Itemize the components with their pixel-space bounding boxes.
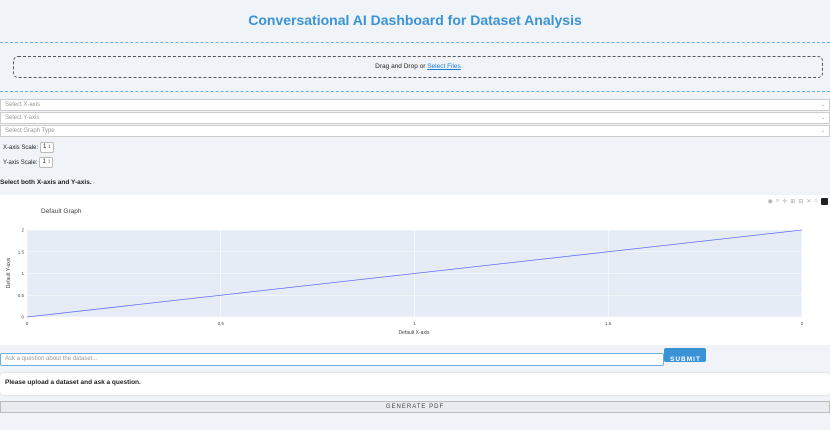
chevron-down-icon: ⌄ [820, 102, 825, 108]
select-files-link[interactable]: Select Files [427, 63, 461, 70]
y-tick-label: 1.5 [18, 249, 25, 254]
x-tick-label: 0.5 [218, 321, 225, 326]
x-tick-labels: 0 0.5 1 1.5 2 [26, 321, 804, 326]
zoom-in-icon[interactable]: ⊞ [790, 198, 795, 205]
submit-button[interactable]: SUBMIT [664, 348, 706, 363]
question-input[interactable]: Ask a question about the dataset... [0, 353, 664, 366]
zoom-out-icon[interactable]: ⊟ [798, 198, 803, 205]
answer-box: Please upload a dataset and ask a questi… [0, 373, 830, 395]
x-tick-label: 1 [413, 321, 416, 326]
chart-title: Default Graph [41, 208, 82, 215]
reset-axes-icon[interactable]: ⌂ [814, 198, 818, 205]
y-scale-value: 1 [42, 159, 46, 165]
y-scale-label: Y-axis Scale: [3, 159, 38, 166]
y-tick-labels: 0 0.5 1 1.5 2 [18, 228, 25, 320]
y-axis-placeholder: Select Y-axis [5, 115, 40, 121]
graph-modebar: ◉ ⌕ ✛ ⊞ ⊟ ✕ ⌂ [768, 198, 828, 205]
y-scale-input[interactable]: 1 ↕ [39, 157, 54, 168]
file-dropzone[interactable]: Drag and Drop or Select Files [13, 56, 823, 78]
x-axis-title: Default X-axis [398, 330, 430, 336]
x-axis-dropdown[interactable]: Select X-axis ⌄ [0, 99, 830, 111]
y-scale-row: Y-axis Scale: 1 ↕ [3, 157, 54, 168]
x-axis-placeholder: Select X-axis [5, 102, 41, 108]
y-tick-label: 0 [21, 315, 24, 320]
line-chart[interactable]: Default Graph 0 0.5 1 1.5 2 0 0.5 1 1.5 2 Defaul… [0, 195, 830, 345]
x-tick-label: 0 [26, 321, 29, 326]
graph-type-placeholder: Select Graph Type [5, 128, 55, 134]
x-scale-label: X-axis Scale: [3, 144, 39, 151]
zoom-icon[interactable]: ⌕ [776, 198, 779, 205]
x-tick-label: 2 [801, 321, 804, 326]
pan-icon[interactable]: ✛ [782, 198, 787, 205]
status-message: Select both X-axis and Y-axis. [0, 179, 92, 186]
question-placeholder: Ask a question about the dataset... [5, 356, 98, 362]
y-tick-label: 2 [21, 228, 24, 233]
x-scale-input[interactable]: 1 ↕ [40, 142, 55, 153]
x-tick-label: 1.5 [605, 321, 612, 326]
y-axis-dropdown[interactable]: Select Y-axis ⌄ [0, 112, 830, 124]
plotly-logo-icon[interactable] [821, 198, 828, 205]
camera-icon[interactable]: ◉ [768, 198, 773, 205]
upload-area: Drag and Drop or Select Files [0, 42, 830, 92]
chevron-down-icon: ⌄ [820, 115, 825, 121]
chevron-down-icon: ⌄ [820, 128, 825, 134]
generate-pdf-button[interactable]: GENERATE PDF [0, 401, 830, 413]
y-axis-title: Default Y-axis [6, 257, 12, 288]
dropzone-text: Drag and Drop or [375, 63, 428, 70]
graph-type-dropdown[interactable]: Select Graph Type ⌄ [0, 125, 830, 137]
y-tick-label: 0.5 [18, 293, 25, 298]
y-tick-label: 1 [21, 271, 24, 276]
autoscale-icon[interactable]: ✕ [806, 198, 811, 205]
page-title: Conversational AI Dashboard for Dataset … [248, 12, 582, 28]
x-scale-value: 1 [43, 144, 47, 150]
x-scale-row: X-axis Scale: 1 ↕ [3, 142, 55, 153]
graph-panel: ◉ ⌕ ✛ ⊞ ⊟ ✕ ⌂ Default Graph 0 0.5 1 1.5 2 00… [0, 195, 830, 345]
